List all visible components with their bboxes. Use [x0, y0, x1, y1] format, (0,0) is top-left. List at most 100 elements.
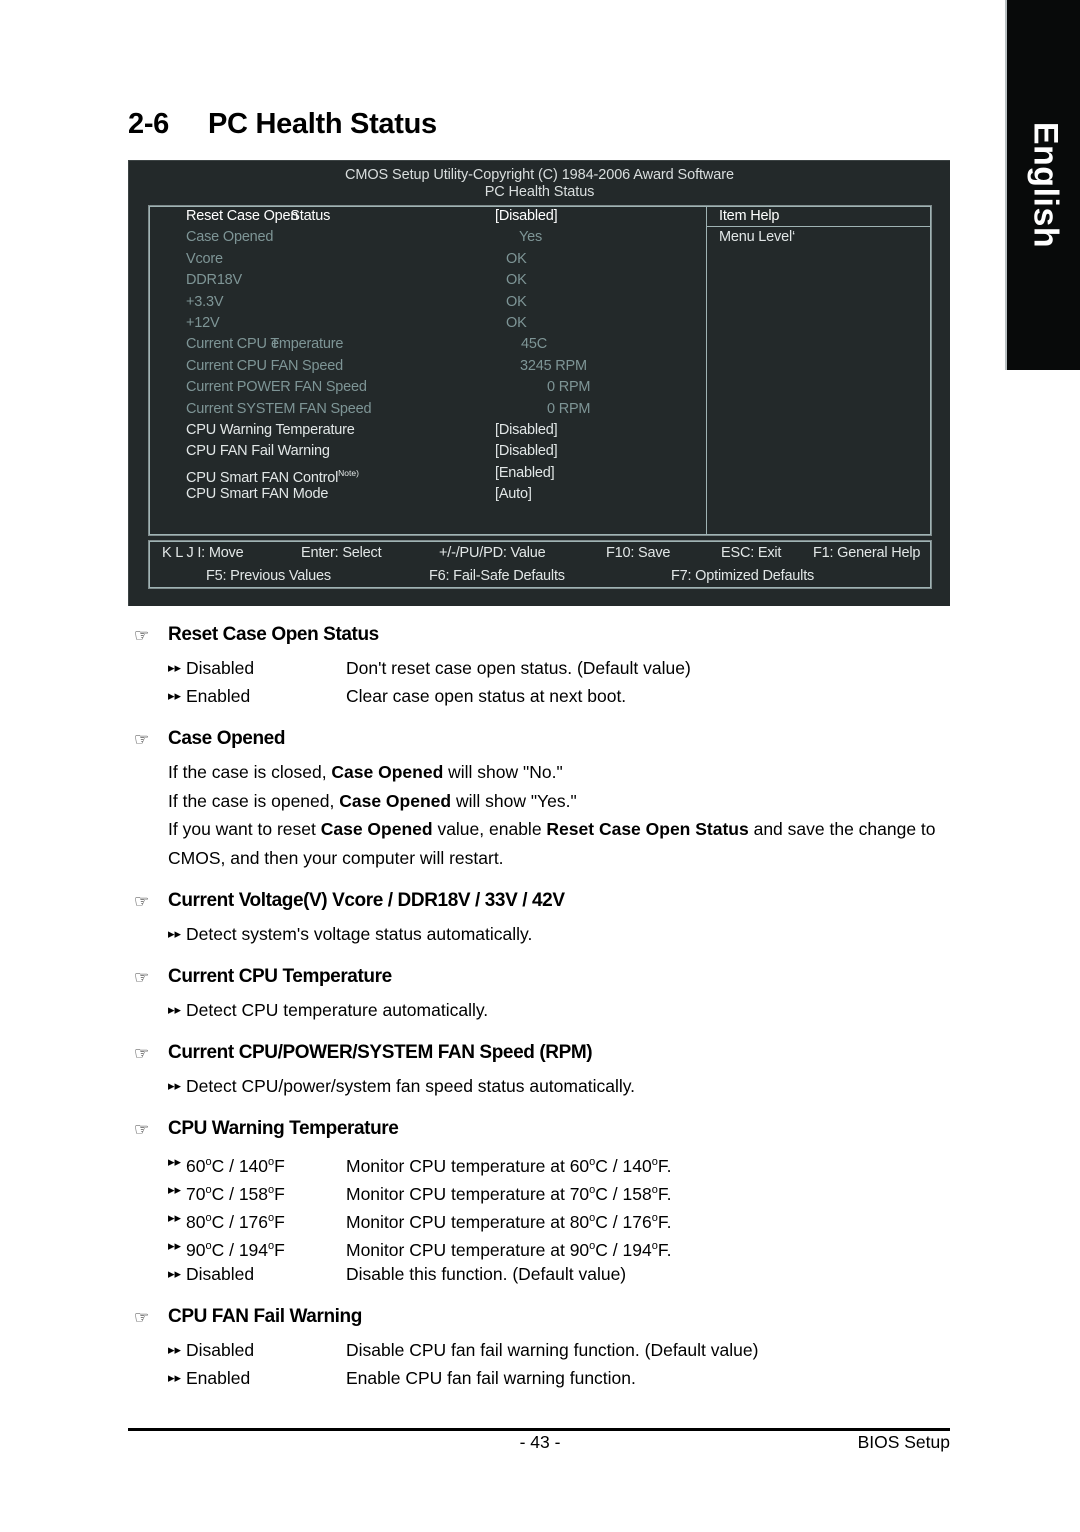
key-legend-item: F10: Save: [606, 545, 671, 561]
degree-symbol: o: [205, 1212, 212, 1224]
manual-section-reset-case-open-status: ☞ Reset Case Open Status ▸▸ Disabled Don't r…: [0, 623, 1080, 710]
option-description: Detect CPU/power/system fan speed status…: [186, 1076, 636, 1096]
bios-setting-label: CPU FAN Fail Warning: [186, 443, 330, 460]
bios-setting-row[interactable]: +3.3V OK: [149, 292, 706, 313]
item-help-title: Item Help: [707, 206, 931, 228]
option-name: Disabled: [186, 658, 255, 678]
bios-setting-label: Current POWER FAN Speed: [186, 379, 367, 396]
section-heading: ☞ Current Voltage(V) Vcore / DDR18V / 33V…: [0, 889, 1080, 913]
section-heading-text: Current CPU Temperature: [168, 966, 392, 987]
degree-symbol: o: [651, 1156, 658, 1168]
option-row: ▸▸ Disabled Disable CPU fan fail warning f…: [0, 1336, 1080, 1364]
emphasis-term: Case Opened: [320, 819, 433, 839]
bios-setting-value: [Auto]: [495, 486, 532, 503]
option-row: ▸▸ Detect CPU/power/system fan speed stat…: [0, 1072, 1080, 1100]
degree-symbol: o: [268, 1212, 275, 1224]
double-arrow-icon: ▸▸: [168, 1342, 182, 1357]
bios-setting-row[interactable]: Current CPU Temperature 45C: [149, 334, 706, 355]
section-heading: ☞ Current CPU Temperature: [0, 965, 1080, 989]
bios-setting-value: OK: [506, 250, 527, 267]
bios-setting-value: [Enabled]: [495, 464, 555, 481]
bios-setting-value: 45C: [521, 336, 547, 353]
emphasis-term: Reset Case Open Status: [546, 819, 749, 839]
footer-right-label: BIOS Setup: [857, 1432, 950, 1452]
option-row: ▸▸ 70oC / 158oF Monitor CPU temperature at…: [0, 1176, 1080, 1204]
option-row: ▸▸ Detect CPU temperature automatically.: [0, 996, 1080, 1024]
bios-setting-label: Case Opened: [186, 229, 274, 246]
double-arrow-icon: ▸▸: [168, 926, 182, 941]
bios-setting-label: CPU Warning Temperature: [186, 421, 355, 438]
bios-setting-row[interactable]: Case Opened Yes: [149, 227, 706, 248]
double-arrow-icon: ▸▸: [168, 688, 182, 703]
section-heading-text: CPU FAN Fail Warning: [168, 1306, 362, 1327]
bios-setting-row[interactable]: Current CPU FAN Speed 3245 RPM: [149, 356, 706, 377]
bios-setting-label: Reset Case OpenStatus: [186, 208, 331, 224]
key-legend-row-2: F5: Previous Values F6: Fail-Safe Default…: [149, 564, 931, 587]
section-title-text: PC Health Status: [208, 108, 437, 140]
option-row: ▸▸ Enabled Clear case open status at next …: [0, 682, 1080, 710]
double-arrow-icon: ▸▸: [168, 1182, 182, 1197]
option-description: Detect system's voltage status automatic…: [186, 924, 533, 944]
bios-setting-row[interactable]: Current SYSTEM FAN Speed 0 RPM: [149, 399, 706, 420]
degree-symbol: o: [205, 1184, 212, 1196]
bios-setting-row[interactable]: DDR18V OK: [149, 270, 706, 291]
paragraph-text: value, enable: [432, 819, 547, 839]
option-description: Disable this function. (Default value): [346, 1264, 627, 1284]
paragraph-text: will show "No.": [443, 762, 563, 782]
degree-symbol: o: [268, 1240, 275, 1252]
option-row: ▸▸ 60oC / 140oF Monitor CPU temperature at…: [0, 1148, 1080, 1176]
option-row: ▸▸ Disabled Don't reset case open status. …: [0, 654, 1080, 682]
bios-setting-row[interactable]: CPU FAN Fail Warning [Disabled]: [149, 441, 706, 462]
double-arrow-icon: ▸▸: [168, 1266, 182, 1281]
bios-setting-row[interactable]: CPU Smart FAN Mode [Auto]: [149, 484, 706, 505]
degree-symbol: o: [589, 1212, 596, 1224]
emphasis-term: Case Opened: [339, 790, 452, 811]
pointing-hand-icon: ☞: [134, 1120, 149, 1139]
section-heading: ☞ CPU Warning Temperature: [0, 1117, 1080, 1141]
pointing-hand-icon: ☞: [134, 730, 149, 749]
section-heading-text: Reset Case Open Status: [168, 624, 379, 645]
section-heading-text: Case Opened: [168, 728, 286, 749]
bios-setting-value: OK: [506, 293, 527, 310]
bios-setting-row[interactable]: CPU Warning Temperature [Disabled]: [149, 420, 706, 441]
double-arrow-icon: ▸▸: [168, 1002, 182, 1017]
emphasis-term: Case Opened: [331, 762, 444, 782]
option-row: ▸▸ 90oC / 194oF Monitor CPU temperature at…: [0, 1232, 1080, 1260]
degree-symbol: o: [268, 1184, 275, 1196]
manual-section-current-fan-speed: ☞ Current CPU/POWER/SYSTEM FAN Speed (RPM…: [0, 1041, 1080, 1100]
bios-header: CMOS Setup Utility-Copyright (C) 1984-20…: [129, 161, 950, 201]
bios-setting-value: 0 RPM: [547, 379, 591, 396]
bios-setting-label: Current CPU FAN Speed: [186, 357, 343, 374]
bios-setting-row[interactable]: Reset Case OpenStatus [Disabled]: [149, 206, 706, 227]
bios-setting-row[interactable]: Vcore OK: [149, 249, 706, 270]
section-heading: ☞ Reset Case Open Status: [0, 623, 1080, 647]
bios-setting-value: 3245 RPM: [520, 357, 587, 374]
key-legend-item: F1: General Help: [813, 545, 921, 561]
bios-setting-row[interactable]: Current POWER FAN Speed 0 RPM: [149, 377, 706, 398]
manual-section-case-opened: ☞ Case Opened If the case is closed, Case …: [0, 727, 1080, 872]
paragraph-text: If the case is opened,: [168, 790, 340, 811]
bios-setting-value: OK: [506, 272, 527, 289]
paragraph-text: If the case is closed,: [168, 762, 332, 782]
bios-body: Reset Case OpenStatus [Disabled] Case Open…: [148, 205, 932, 536]
bios-screenshot: CMOS Setup Utility-Copyright (C) 1984-20…: [128, 160, 950, 606]
manual-section-current-cpu-temperature: ☞ Current CPU Temperature ▸▸ Detect CPU tem…: [0, 965, 1080, 1024]
bios-setting-label: Current SYSTEM FAN Speed: [186, 400, 372, 417]
section-heading-text: CPU Warning Temperature: [168, 1118, 399, 1139]
manual-section-current-voltage: ☞ Current Voltage(V) Vcore / DDR18V / 33V…: [0, 889, 1080, 948]
paragraph-text: will show "Yes.": [451, 790, 577, 811]
bios-setting-row[interactable]: +12V OK: [149, 313, 706, 334]
key-legend-item: F6: Fail-Safe Defaults: [429, 568, 565, 584]
bios-setting-value: [Disabled]: [495, 421, 558, 438]
option-row: ▸▸ Disabled Disable this function. (Defaul…: [0, 1260, 1080, 1288]
double-arrow-icon: ▸▸: [168, 1078, 182, 1093]
pointing-hand-icon: ☞: [134, 626, 149, 645]
manual-content: ☞ Reset Case Open Status ▸▸ Disabled Don't r…: [0, 606, 1080, 1392]
option-name: Enabled: [186, 1368, 251, 1388]
bios-setting-row[interactable]: CPU Smart FAN ControlNote) [Enabled]: [149, 463, 706, 486]
section-heading: ☞ CPU FAN Fail Warning: [0, 1305, 1080, 1329]
bios-setting-label: +12V: [186, 314, 220, 331]
bios-header-line2: PC Health Status: [484, 184, 595, 200]
key-legend-item: F7: Optimized Defaults: [671, 568, 815, 584]
option-row: ▸▸ Detect system's voltage status automat…: [0, 920, 1080, 948]
